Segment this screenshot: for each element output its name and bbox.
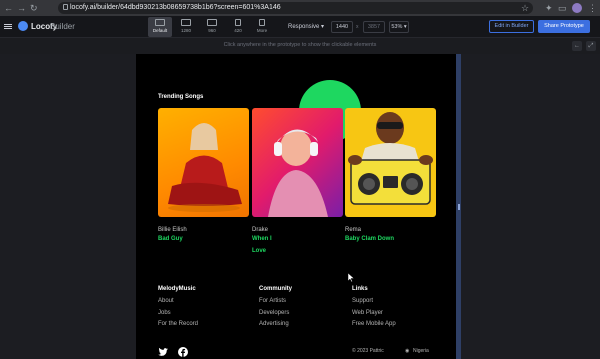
hamburger-icon[interactable] <box>4 24 12 25</box>
device-label: Default <box>152 28 168 33</box>
facebook-icon[interactable] <box>178 347 188 357</box>
song-3-artist: Rema <box>345 227 362 233</box>
artist-photo-rema <box>348 112 433 205</box>
zoom-value: 53% <box>391 24 403 30</box>
profile-avatar[interactable] <box>572 3 582 13</box>
footer-link-support[interactable]: Support <box>352 297 373 305</box>
sidebar-toggle-icon[interactable]: ▭ <box>558 2 567 14</box>
screen: ← → ↻ locofy.ai/builder/64dbd930213b0865… <box>0 0 600 359</box>
edit-in-builder-button[interactable]: Edit in Builder <box>489 20 534 33</box>
device-more-button[interactable]: More <box>250 17 274 37</box>
extensions-icon[interactable]: ✦ <box>545 2 553 14</box>
tablet-icon <box>207 19 217 26</box>
song-2-artist: Drake <box>252 227 269 233</box>
device-1280-button[interactable]: 1280 <box>174 17 198 37</box>
star-icon[interactable]: ☆ <box>521 2 529 14</box>
device-default-button[interactable]: Default <box>148 17 172 37</box>
footer-link-free-mobile-app[interactable]: Free Mobile App <box>352 320 396 328</box>
footer-community-title: Community <box>259 286 292 292</box>
footer-link-web-player[interactable]: Web Player <box>352 309 383 317</box>
brand-sub: Builder <box>50 22 75 31</box>
song-card-2[interactable] <box>252 108 343 217</box>
lock-icon <box>63 4 68 10</box>
song-card-3[interactable] <box>345 108 436 217</box>
globe-icon[interactable]: ◉ <box>405 348 409 355</box>
device-420-button[interactable]: 420 <box>226 17 250 37</box>
song-2-title-line1[interactable]: When I <box>252 235 272 243</box>
info-message: Click anywhere in the prototype to show … <box>223 42 377 48</box>
fullscreen-icon[interactable]: ⤢ <box>586 41 596 51</box>
artist-photo-billie <box>168 123 242 212</box>
footer-brand: MelodyMusic <box>158 286 196 292</box>
footer-link-advertising[interactable]: Advertising <box>259 320 289 328</box>
footer-link-for-artists[interactable]: For Artists <box>259 297 286 305</box>
song-1-artist: Billie Eilish <box>158 227 187 233</box>
country-label[interactable]: Nigeria <box>413 348 429 355</box>
footer-link-about[interactable]: About <box>158 297 174 305</box>
url-text: locofy.ai/builder/64dbd930213b08659738b1… <box>70 4 281 11</box>
forward-icon[interactable]: → <box>17 2 26 14</box>
responsive-label: Responsive <box>288 24 320 30</box>
footer-links-title: Links <box>352 286 368 292</box>
trending-title: Trending Songs <box>158 94 204 100</box>
device-label: More <box>256 28 268 33</box>
footer-link-for-the-record[interactable]: For the Record <box>158 320 198 328</box>
menu-icon[interactable]: ⋮ <box>588 2 597 14</box>
back-icon[interactable]: ← <box>4 2 13 14</box>
locofy-logo-icon <box>18 21 28 31</box>
laptop-icon <box>181 19 191 26</box>
song-card-1[interactable] <box>158 108 249 217</box>
zoom-select[interactable]: 53% ▾ <box>389 21 409 33</box>
times-icon: x <box>356 24 359 30</box>
footer-link-jobs[interactable]: Jobs <box>158 309 171 317</box>
scroll-handle[interactable] <box>458 204 460 210</box>
reload-icon[interactable]: ↻ <box>30 2 38 14</box>
more-devices-icon <box>259 19 265 26</box>
device-label: 1280 <box>180 28 191 33</box>
device-960-button[interactable]: 960 <box>200 17 224 37</box>
device-label: 420 <box>234 28 242 33</box>
artist-photo-drake <box>268 129 328 217</box>
song-2-title-line2[interactable]: Love <box>252 247 266 255</box>
back-arrow-icon[interactable]: ← <box>572 41 582 51</box>
twitter-icon[interactable] <box>158 347 168 357</box>
width-input[interactable]: 1440 <box>331 21 353 33</box>
height-input[interactable]: 3857 <box>363 21 385 33</box>
footer-link-developers[interactable]: Developers <box>259 309 289 317</box>
device-label: 960 <box>208 28 216 33</box>
desktop-icon <box>155 19 165 26</box>
copyright-text: © 2023 Pattric <box>352 348 384 354</box>
responsive-dropdown[interactable]: Responsive ▾ <box>288 23 324 31</box>
mouse-cursor-icon <box>348 273 354 282</box>
song-1-title[interactable]: Bad Guy <box>158 235 183 243</box>
share-prototype-button[interactable]: Share Prototype <box>538 20 590 33</box>
song-3-title[interactable]: Baby Clam Down <box>345 235 394 243</box>
phone-icon <box>235 19 241 26</box>
